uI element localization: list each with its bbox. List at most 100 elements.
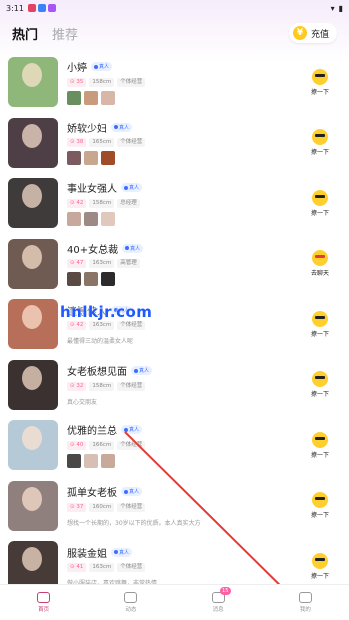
chat-button[interactable]: 撩一下	[299, 431, 341, 459]
chat-button[interactable]: 撩一下	[299, 371, 341, 398]
photo-thumbnail[interactable]	[84, 453, 98, 468]
coin-icon: ¥	[292, 26, 307, 40]
chat-button[interactable]: 撩一下	[299, 68, 341, 96]
profile-info: 优雅的兰总 真人 ⊙ 40 166cm 个体经营	[67, 423, 299, 468]
age-tag: ⊙ 42	[67, 321, 87, 331]
verified-icon	[114, 308, 118, 313]
photo-strip	[67, 151, 299, 166]
badge-label: 真人	[119, 549, 130, 556]
name-line: 40+女总裁 真人	[67, 241, 299, 256]
list-item[interactable]: 娇软少妇 真人 ⊙ 38 165cm 个体经营 撩一下	[0, 113, 349, 174]
list-item[interactable]: 孤单女老板 真人 ⊙ 37 160cm 个体经营 想找一个长期的，30岁以下的优质。本人真…	[0, 476, 349, 537]
photo-thumbnail[interactable]	[67, 90, 81, 105]
chat-button-label: 撩一下	[310, 330, 329, 338]
list-item[interactable]: 服装金姐 真人 ⊙ 41 163cm 个体经营 做小服装店，喜欢跳舞，非常热情 撩一下	[0, 536, 349, 584]
avatar[interactable]	[8, 359, 58, 410]
chat-button[interactable]: 撩一下	[299, 492, 341, 519]
age-value: 40	[76, 441, 84, 448]
chat-button-label: 撩一下	[310, 451, 329, 459]
profile-tags: ⊙ 38 165cm 个体经营	[67, 138, 299, 148]
photo-thumbnail[interactable]	[67, 453, 81, 468]
profile-list[interactable]: 小婷 真人 ⊙ 35 158cm 个体经营 撩一下 娇软少妇 真人 ⊙ 38 165cm 个体经营撩…	[0, 52, 349, 584]
photo-thumbnail[interactable]	[101, 151, 115, 166]
chat-button-label: 撩一下	[310, 512, 329, 520]
list-item[interactable]: 优雅的兰总 真人 ⊙ 40 166cm 个体经营 撩一下	[0, 415, 349, 476]
photo-thumbnail[interactable]	[84, 272, 98, 287]
age-value: 35	[76, 78, 84, 85]
avatar[interactable]	[8, 178, 58, 229]
list-item[interactable]: 40+女总裁 真人 ⊙ 47 163cm 高管理 去聊天	[0, 234, 349, 295]
list-item[interactable]: 事业女强人 真人 ⊙ 42 158cm 总经理 撩一下	[0, 173, 349, 234]
photo-thumbnail[interactable]	[67, 272, 81, 287]
nav-label: 消息	[212, 607, 224, 613]
sunglasses-emoji-icon	[312, 371, 328, 388]
chat-button[interactable]: 去聊天	[299, 250, 341, 277]
avatar[interactable]	[8, 480, 58, 531]
profile-name: 小婷	[67, 63, 87, 75]
avatar[interactable]	[8, 238, 58, 289]
nav-label: 动态	[125, 607, 137, 613]
chat-button[interactable]: 撩一下	[299, 552, 341, 580]
profile-name: 优雅的兰总	[67, 426, 117, 438]
status-time: 3:11	[6, 3, 24, 13]
badge-label: 真人	[119, 307, 130, 314]
tab-hot[interactable]: 热门	[12, 24, 38, 43]
height-tag: 166cm	[89, 440, 115, 450]
job-tag: 个体经营	[117, 563, 146, 573]
list-item[interactable]: 女老板想见面 真人 ⊙ 32 158cm 个体经营 真心交朋友 撩一下	[0, 355, 349, 416]
photo-thumbnail[interactable]	[101, 90, 115, 105]
photo-strip	[67, 211, 299, 226]
job-tag: 总经理	[117, 198, 140, 208]
chat-button[interactable]: 撩一下	[299, 189, 341, 217]
nav-item[interactable]: 我的	[262, 585, 349, 620]
verified-icon	[114, 125, 118, 130]
avatar[interactable]	[8, 117, 58, 168]
verified-badge: 真人	[111, 122, 133, 132]
job-tag: 个体经营	[117, 138, 146, 148]
list-item[interactable]: 小婷 真人 ⊙ 35 158cm 个体经营 撩一下	[0, 52, 349, 113]
profile-name: 服装金姐	[67, 548, 107, 560]
status-app-icon	[27, 4, 36, 12]
profile-tags: ⊙ 42 163cm 个体经营	[67, 321, 299, 331]
age-value: 41	[76, 564, 84, 571]
profile-info: 事业女强人 真人 ⊙ 42 158cm 总经理	[67, 181, 299, 226]
avatar[interactable]	[8, 299, 58, 350]
name-line: 事业女强人 真人	[67, 181, 299, 195]
photo-thumbnail[interactable]	[84, 90, 98, 105]
chat-button[interactable]: 撩一下	[299, 129, 341, 156]
list-item[interactable]: 遗憾佳人 真人 ⊙ 42 163cm 个体经营 最懂得三动的温柔女人呢 撩一下	[0, 294, 349, 355]
photo-thumbnail[interactable]	[67, 151, 81, 166]
avatar[interactable]	[8, 541, 58, 584]
nav-item[interactable]: 消息 15	[175, 585, 262, 620]
age-tag: ⊙ 42	[67, 198, 87, 208]
heart-eyes-emoji-icon	[312, 250, 328, 267]
profile-tags: ⊙ 47 163cm 高管理	[67, 259, 299, 269]
avatar[interactable]	[8, 57, 58, 108]
nav-item[interactable]: 动态	[87, 585, 174, 620]
profile-info: 40+女总裁 真人 ⊙ 47 163cm 高管理	[67, 241, 299, 287]
photo-thumbnail[interactable]	[101, 211, 115, 226]
recharge-button[interactable]: ¥ 充值	[288, 23, 337, 43]
verified-icon	[94, 64, 98, 69]
profile-info: 娇软少妇 真人 ⊙ 38 165cm 个体经营	[67, 120, 299, 166]
job-tag: 个体经营	[117, 381, 146, 391]
profile-tags: ⊙ 41 163cm 个体经营	[67, 563, 299, 573]
photo-thumbnail[interactable]	[101, 453, 115, 468]
photo-thumbnail[interactable]	[67, 211, 81, 226]
avatar[interactable]	[8, 420, 58, 471]
profile-tags: ⊙ 35 158cm 个体经营	[67, 77, 299, 87]
profile-name: 女老板想见面	[67, 367, 127, 379]
height-tag: 163cm	[89, 321, 115, 331]
chat-button[interactable]: 撩一下	[299, 310, 341, 338]
photo-thumbnail[interactable]	[101, 272, 115, 287]
age-tag: ⊙ 37	[67, 502, 87, 512]
tab-recommend[interactable]: 推荐	[52, 24, 78, 43]
chat-button-label: 撩一下	[310, 209, 329, 217]
photo-thumbnail[interactable]	[84, 151, 98, 166]
photo-thumbnail[interactable]	[84, 211, 98, 226]
chat-button-label: 撩一下	[310, 88, 329, 96]
age-value: 47	[76, 260, 84, 267]
badge-label: 真人	[99, 64, 110, 71]
nav-item[interactable]: 首页	[0, 585, 87, 620]
height-tag: 158cm	[89, 77, 115, 87]
